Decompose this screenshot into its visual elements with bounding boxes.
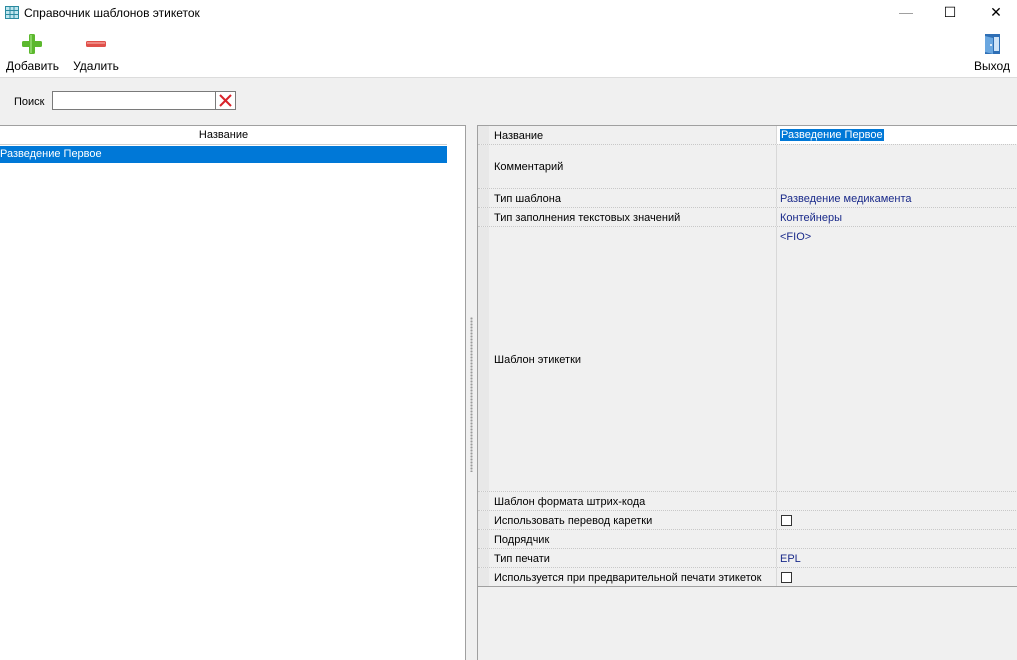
property-value-contractor[interactable] <box>776 530 1017 548</box>
exit-button[interactable]: Выход <box>972 32 1012 73</box>
title-bar: Справочник шаблонов этикеток — ☐ ✕ <box>0 0 1017 26</box>
property-value-template-type[interactable]: Разведение медикамента <box>776 189 1017 207</box>
property-label: Название <box>494 130 544 142</box>
property-grid: Название Разведение Первое Комментарий Т… <box>477 125 1017 660</box>
fill-type-value-text: Контейнеры <box>780 212 842 224</box>
delete-button-label: Удалить <box>73 59 119 73</box>
row-margin <box>478 126 489 144</box>
template-type-value-text: Разведение медикамента <box>780 193 912 205</box>
property-label: Шаблон формата штрих-кода <box>494 496 646 508</box>
property-row-print-type[interactable]: Тип печати EPL <box>478 549 1017 568</box>
property-value-print-type[interactable]: EPL <box>776 549 1017 567</box>
property-value-label-template[interactable]: <FIO> <box>776 227 1017 491</box>
list-item[interactable]: Разведение Первое <box>0 146 447 163</box>
search-input[interactable] <box>52 91 216 110</box>
table-grid-icon <box>5 6 19 19</box>
property-label: Тип шаблона <box>494 193 561 205</box>
print-type-value-text: EPL <box>780 553 801 565</box>
add-button-label: Добавить <box>6 59 60 73</box>
delete-button[interactable]: Удалить <box>72 32 120 73</box>
property-value-barcode-template[interactable] <box>776 492 1017 510</box>
property-row-contractor[interactable]: Подрядчик <box>478 530 1017 549</box>
minus-icon <box>86 41 106 47</box>
carriage-return-checkbox[interactable] <box>781 515 792 526</box>
splitter-grip[interactable] <box>470 317 473 472</box>
property-label: Комментарий <box>494 161 564 173</box>
property-row-barcode-template[interactable]: Шаблон формата штрих-кода <box>478 492 1017 511</box>
property-value-preprint[interactable] <box>776 568 1017 586</box>
minimize-button[interactable]: — <box>883 0 929 26</box>
row-margin <box>478 511 489 529</box>
property-row-comment[interactable]: Комментарий <box>478 145 1017 189</box>
maximize-button[interactable]: ☐ <box>927 0 973 26</box>
property-label: Используется при предварительной печати … <box>494 572 762 584</box>
grid-bottom-border <box>478 586 1017 587</box>
toolbar: Добавить Удалить Выход <box>0 26 1017 78</box>
row-margin <box>478 492 489 510</box>
row-margin <box>478 189 489 207</box>
exit-button-label: Выход <box>974 59 1010 73</box>
window-title: Справочник шаблонов этикеток <box>24 6 200 20</box>
row-margin <box>478 530 489 548</box>
exit-door-icon <box>985 34 1000 54</box>
property-value-comment[interactable] <box>776 145 1017 188</box>
property-value-fill-type[interactable]: Контейнеры <box>776 208 1017 226</box>
name-value-text[interactable]: Разведение Первое <box>780 129 884 141</box>
close-button[interactable]: ✕ <box>973 0 1017 26</box>
property-row-label-template[interactable]: Шаблон этикетки <FIO> <box>478 227 1017 492</box>
property-row-fill-type[interactable]: Тип заполнения текстовых значений Контей… <box>478 208 1017 227</box>
clear-x-icon <box>219 94 232 107</box>
search-bar: Поиск <box>0 78 1017 124</box>
row-margin <box>478 208 489 226</box>
row-margin <box>478 549 489 567</box>
row-margin <box>478 568 489 586</box>
property-row-name[interactable]: Название Разведение Первое <box>478 126 1017 145</box>
preprint-checkbox[interactable] <box>781 572 792 583</box>
label-template-value-text: <FIO> <box>780 231 812 243</box>
property-row-preprint[interactable]: Используется при предварительной печати … <box>478 568 1017 587</box>
search-clear-button[interactable] <box>216 91 236 110</box>
property-label: Использовать перевод каретки <box>494 515 653 527</box>
property-row-carriage-return[interactable]: Использовать перевод каретки <box>478 511 1017 530</box>
panel-splitter[interactable] <box>467 125 477 660</box>
property-label: Тип заполнения текстовых значений <box>494 212 681 224</box>
add-button[interactable]: Добавить <box>6 32 60 73</box>
row-margin <box>478 227 489 491</box>
row-margin <box>478 145 489 188</box>
search-label: Поиск <box>14 96 45 108</box>
property-value-name[interactable]: Разведение Первое <box>776 126 1017 144</box>
property-value-carriage-return[interactable] <box>776 511 1017 529</box>
property-label: Шаблон этикетки <box>494 354 582 366</box>
template-list: Название Разведение Первое <box>0 125 466 660</box>
property-label: Тип печати <box>494 553 550 565</box>
property-row-template-type[interactable]: Тип шаблона Разведение медикамента <box>478 189 1017 208</box>
plus-icon <box>22 34 42 54</box>
property-label: Подрядчик <box>494 534 550 546</box>
list-column-header[interactable]: Название <box>0 126 447 145</box>
